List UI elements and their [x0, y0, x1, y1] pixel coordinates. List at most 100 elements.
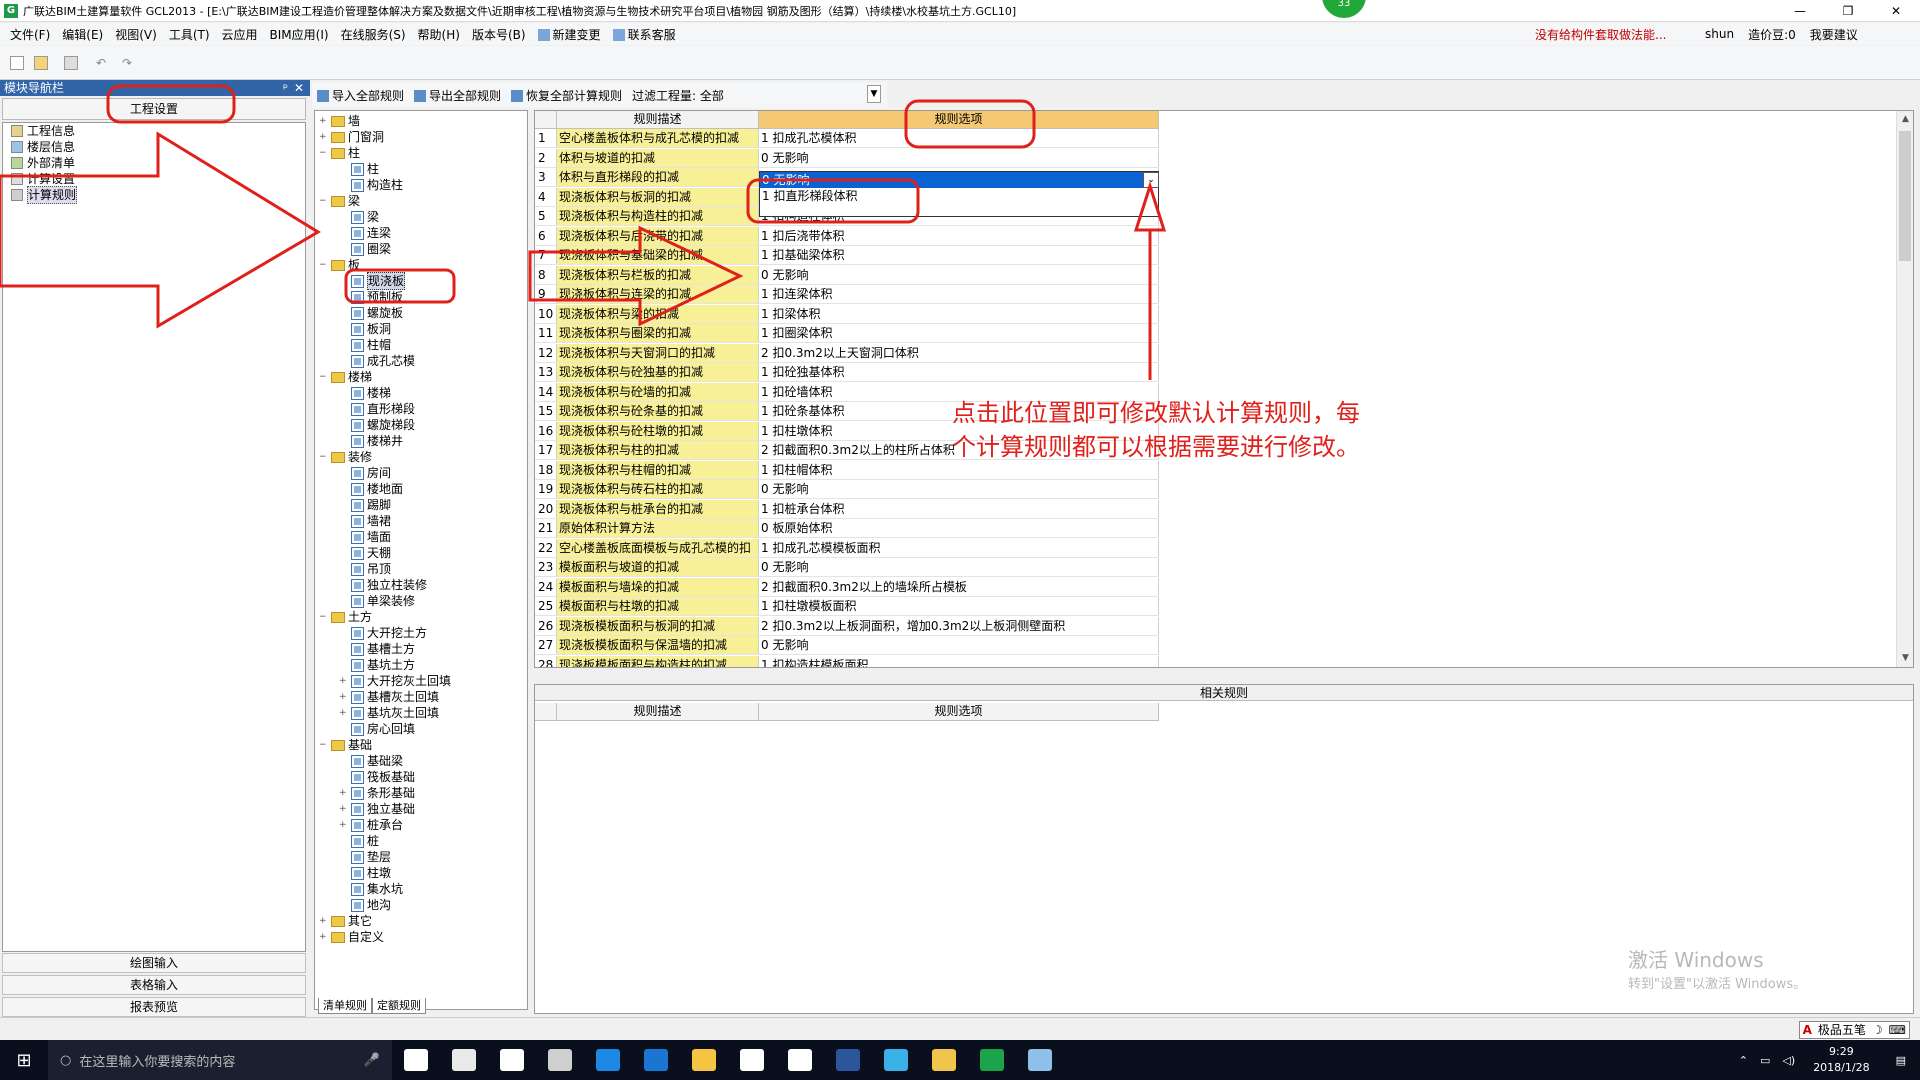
chrome-icon[interactable] [536, 1040, 584, 1080]
tree-item[interactable]: 构造柱 [339, 177, 403, 193]
tree-item[interactable]: 踢脚 [339, 497, 391, 513]
tree-item[interactable]: 直形梯段 [339, 401, 415, 417]
rule-option-cell[interactable]: 1 扣柱墩模板面积 [759, 597, 1159, 615]
expand-toggle-icon[interactable]: − [319, 449, 328, 465]
expand-toggle-icon[interactable]: + [339, 705, 348, 721]
rule-option-cell[interactable]: 1 扣成孔芯模模板面积 [759, 538, 1159, 557]
expand-toggle-icon[interactable]: + [339, 817, 348, 833]
table-row[interactable]: 26 现浇板模板面积与板洞的扣减 2 扣0.3m2以上板洞面积，增加0.3m2以上板… [535, 616, 1159, 636]
tree-item[interactable]: 螺旋板 [339, 305, 403, 321]
table-row[interactable]: 24 模板面积与墙垛的扣减 2 扣截面积0.3m2以上的墙垛所占模板 [535, 577, 1159, 597]
expand-toggle-icon[interactable]: − [319, 193, 328, 209]
redo-icon[interactable]: ↷ [122, 56, 136, 70]
table-row[interactable]: 25 模板面积与柱墩的扣减 1 扣柱墩模板面积 [535, 597, 1159, 616]
ime-keyboard-icon[interactable]: ⌨ [1886, 1022, 1909, 1038]
maximize-button[interactable]: ❐ [1824, 0, 1872, 22]
dropdown-arrow-icon[interactable]: ⌄ [1143, 172, 1159, 188]
tree-item[interactable]: 螺旋梯段 [339, 417, 415, 433]
tree-item[interactable]: 楼梯 [339, 385, 391, 401]
ime-name[interactable]: 极品五笔 [1815, 1022, 1869, 1038]
nav-close-icon[interactable]: ✕ [294, 80, 304, 96]
table-row[interactable]: 6 现浇板体积与后浇带的扣减 1 扣后浇带体积 [535, 226, 1159, 246]
tree-item[interactable]: 天棚 [339, 545, 391, 561]
expand-toggle-icon[interactable]: − [319, 145, 328, 161]
table-row[interactable]: 21 原始体积计算方法 0 板原始体积 [535, 519, 1159, 538]
rule-option-cell[interactable]: 0 无影响 [759, 636, 1159, 654]
gcl-app-icon[interactable] [968, 1040, 1016, 1080]
tree-item[interactable]: 吊顶 [339, 561, 391, 577]
tree-item[interactable]: 圈梁 [339, 241, 391, 257]
drawing-input-button[interactable]: 绘图输入 [2, 953, 306, 973]
tree-item[interactable]: 房间 [339, 465, 391, 481]
expand-toggle-icon[interactable]: + [339, 785, 348, 801]
menu-view[interactable]: 视图(V) [115, 26, 157, 43]
windows-start-icon[interactable]: ⊞ [0, 1040, 48, 1080]
tree-item[interactable]: 集水坑 [339, 881, 403, 897]
tree-item[interactable]: 房心回填 [339, 721, 415, 737]
tree-item[interactable]: + 基槽灰土回填 [339, 689, 439, 705]
ime-bar[interactable]: A 极品五笔 ☽ ⌨ [1798, 1021, 1910, 1039]
rule-option-cell[interactable]: 2 扣0.3m2以上板洞面积，增加0.3m2以上板洞侧壁面积 [759, 616, 1159, 635]
new-file-icon[interactable] [10, 56, 24, 70]
coins-label[interactable]: 造价豆:0 [1748, 26, 1796, 43]
notification-icon[interactable]: ▤ [1896, 1054, 1906, 1067]
tab-bill-rules[interactable]: 清单规则 [318, 998, 372, 1014]
grid-scrollbar[interactable]: ▲ ▼ [1896, 111, 1913, 667]
close-button[interactable]: ✕ [1872, 0, 1920, 22]
tree-folder[interactable]: − 基础 [319, 737, 372, 753]
nav-item-project-info[interactable]: 工程信息 [3, 123, 305, 139]
tree-item[interactable]: 连梁 [339, 225, 391, 241]
tree-item[interactable]: 单梁装修 [339, 593, 415, 609]
rule-option-cell[interactable]: 1 扣构造柱模板面积 [759, 655, 1159, 667]
ime-mode[interactable]: A [1800, 1022, 1815, 1038]
menu-edit[interactable]: 编辑(E) [62, 26, 103, 43]
table-row[interactable]: 27 现浇板模板面积与保温墙的扣减 0 无影响 [535, 636, 1159, 655]
nav-item-calc-settings[interactable]: 计算设置 [3, 171, 305, 187]
rule-option-cell[interactable]: 1 扣桩承台体积 [759, 499, 1159, 518]
tree-item[interactable]: 筏板基础 [339, 769, 415, 785]
dropdown-option[interactable]: 1 扣直形梯段体积 [760, 188, 1158, 204]
tree-item[interactable]: 柱 [339, 161, 379, 177]
tree-item[interactable]: 柱帽 [339, 337, 391, 353]
tree-item[interactable]: 楼梯井 [339, 433, 403, 449]
rule-option-cell[interactable]: 1 扣后浇带体积 [759, 226, 1159, 245]
tree-item[interactable]: 楼地面 [339, 481, 403, 497]
table-row[interactable]: 23 模板面积与坡道的扣减 0 无影响 [535, 558, 1159, 577]
expand-toggle-icon[interactable]: − [319, 737, 328, 753]
rule-option-cell[interactable]: 0 无影响 [759, 558, 1159, 576]
menu-tools[interactable]: 工具(T) [169, 26, 210, 43]
tree-folder[interactable]: + 墙 [319, 113, 360, 129]
rule-option-cell[interactable]: 1 扣圈梁体积 [759, 324, 1159, 342]
tree-item[interactable]: 桩 [339, 833, 379, 849]
tree-folder[interactable]: − 楼梯 [319, 369, 372, 385]
ie-icon[interactable] [488, 1040, 536, 1080]
table-row[interactable]: 22 空心楼盖板底面模板与成孔芯模的扣 1 扣成孔芯模模板面积 [535, 538, 1159, 558]
scroll-up-icon[interactable]: ▲ [1897, 111, 1913, 128]
expand-toggle-icon[interactable]: + [339, 673, 348, 689]
g-app-icon[interactable] [632, 1040, 680, 1080]
rule-option-cell[interactable]: 0 板原始体积 [759, 519, 1159, 537]
word-icon[interactable] [824, 1040, 872, 1080]
tree-folder[interactable]: − 梁 [319, 193, 360, 209]
tree-folder[interactable]: − 装修 [319, 449, 372, 465]
user-menu[interactable]: shun [1705, 27, 1734, 41]
rule-option-cell[interactable]: 1 扣连梁体积 [759, 285, 1159, 303]
tool-icon[interactable] [1016, 1040, 1064, 1080]
notification-badge[interactable]: 33 [1322, 0, 1366, 18]
report-preview-button[interactable]: 报表预览 [2, 997, 306, 1017]
table-row[interactable]: 1 空心楼盖板体积与成孔芯模的扣减 1 扣成孔芯模体积 [535, 129, 1159, 148]
tree-item[interactable]: 大开挖土方 [339, 625, 427, 641]
tree-item[interactable]: 基坑土方 [339, 657, 415, 673]
tree-folder[interactable]: − 土方 [319, 609, 372, 625]
volume-icon[interactable]: ◁) [1782, 1054, 1795, 1067]
filter-dropdown-icon[interactable]: ▼ [867, 85, 881, 103]
table-row[interactable]: 11 现浇板体积与圈梁的扣减 1 扣圈梁体积 [535, 324, 1159, 343]
undo-icon[interactable]: ↶ [96, 56, 110, 70]
rule-option-cell[interactable]: 1 扣砼独基体积 [759, 363, 1159, 381]
expand-toggle-icon[interactable]: − [319, 609, 328, 625]
rule-option-dropdown[interactable]: 0 无影响 1 扣直形梯段体积 [759, 171, 1159, 217]
table-row[interactable]: 13 现浇板体积与砼独基的扣减 1 扣砼独基体积 [535, 363, 1159, 382]
tree-item[interactable]: 墙裙 [339, 513, 391, 529]
dropdown-option-selected[interactable]: 0 无影响 [760, 172, 1158, 188]
rule-option-cell[interactable]: 0 无影响 [759, 148, 1159, 167]
